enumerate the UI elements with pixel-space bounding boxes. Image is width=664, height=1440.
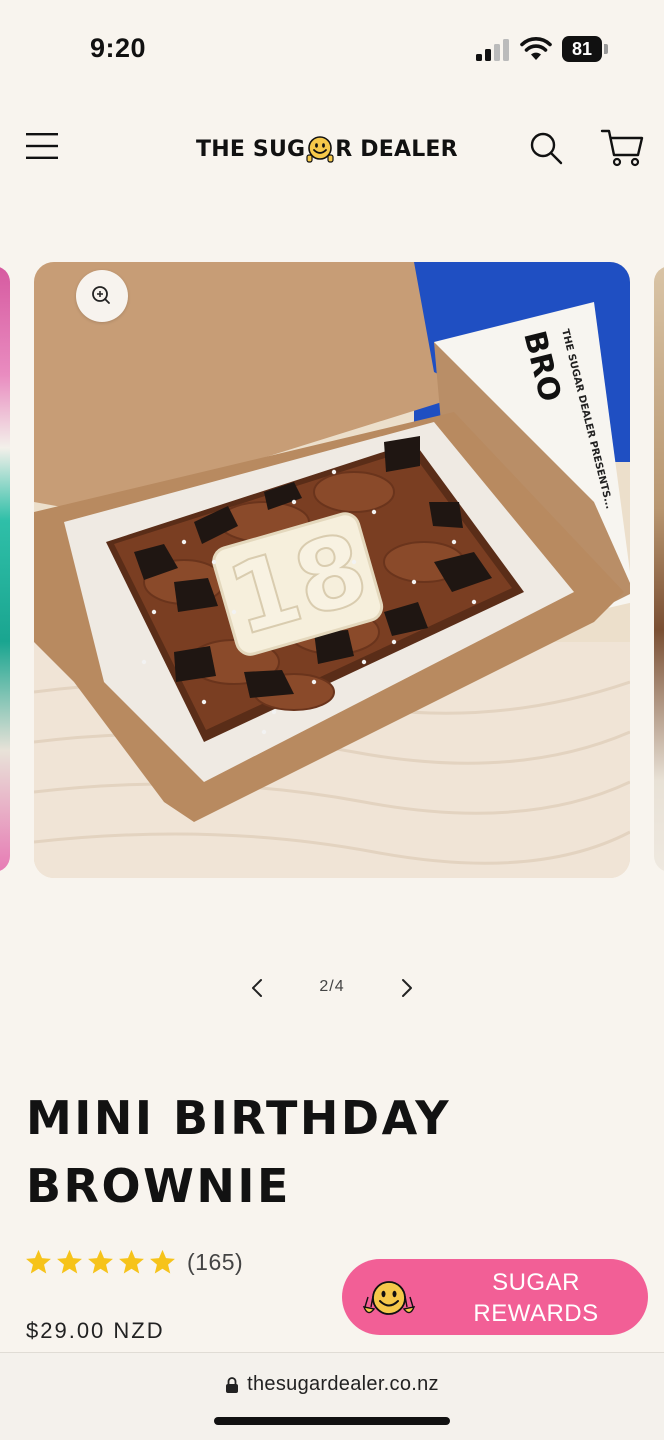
slide-counter: 2/4 [319,978,345,995]
browser-address-bar: thesugardealer.co.nz [0,1352,664,1440]
star-icon [150,1249,175,1273]
zoom-button[interactable] [76,270,128,322]
site-header: THE SUG R DEALER [0,110,664,190]
product-image[interactable]: THE SUGAR DEALER PRESENTS... BRO 18 [34,262,630,878]
logo-text-left: THE SUG [196,136,306,162]
slider-controls: 2/4 [240,968,424,1008]
star-icon [57,1249,82,1273]
battery-cap [604,44,608,54]
lock-icon [226,1376,239,1393]
smiley-peace-icon [362,1281,416,1315]
search-icon[interactable] [528,130,564,166]
sugar-rewards-button[interactable]: SUGAR REWARDS [342,1259,648,1335]
chevron-right-icon[interactable] [394,976,418,1000]
review-count[interactable]: (165) [187,1249,243,1276]
home-indicator [214,1417,450,1425]
previous-slide-peek[interactable] [0,266,10,872]
next-slide-peek[interactable] [654,266,664,872]
rewards-label: SUGAR REWARDS [454,1267,618,1329]
status-time: 9:20 [90,33,147,63]
status-bar: 9:20 81 [0,0,664,100]
cellular-signal-icon [476,39,509,61]
product-rating[interactable]: (165) [24,1244,243,1280]
wifi-icon [520,37,552,60]
rewards-label-line2: REWARDS [473,1300,599,1327]
site-logo[interactable]: THE SUG R DEALER [196,134,476,164]
battery-indicator: 81 [562,36,608,62]
product-price: $29.00 NZD [26,1318,165,1343]
chevron-left-icon[interactable] [246,976,270,1000]
url-field[interactable]: thesugardealer.co.nz [0,1373,664,1396]
product-title: MINI BIRTHDAY BROWNIE [26,1091,452,1213]
rewards-label-line1: SUGAR [492,1269,580,1296]
star-icon [119,1249,144,1273]
brownie-photo: THE SUGAR DEALER PRESENTS... BRO 18 [34,262,630,878]
menu-icon[interactable] [26,132,58,160]
star-icon [88,1249,113,1273]
star-icon [26,1249,51,1273]
star-rating [24,1248,177,1277]
logo-text-right: R DEALER [335,136,458,162]
url-text: thesugardealer.co.nz [247,1373,439,1395]
smiley-logo-icon [306,136,334,163]
cart-icon[interactable] [600,128,644,168]
product-gallery[interactable]: THE SUGAR DEALER PRESENTS... BRO 18 [0,262,664,878]
zoom-in-icon [92,286,110,304]
battery-level: 81 [562,36,602,62]
